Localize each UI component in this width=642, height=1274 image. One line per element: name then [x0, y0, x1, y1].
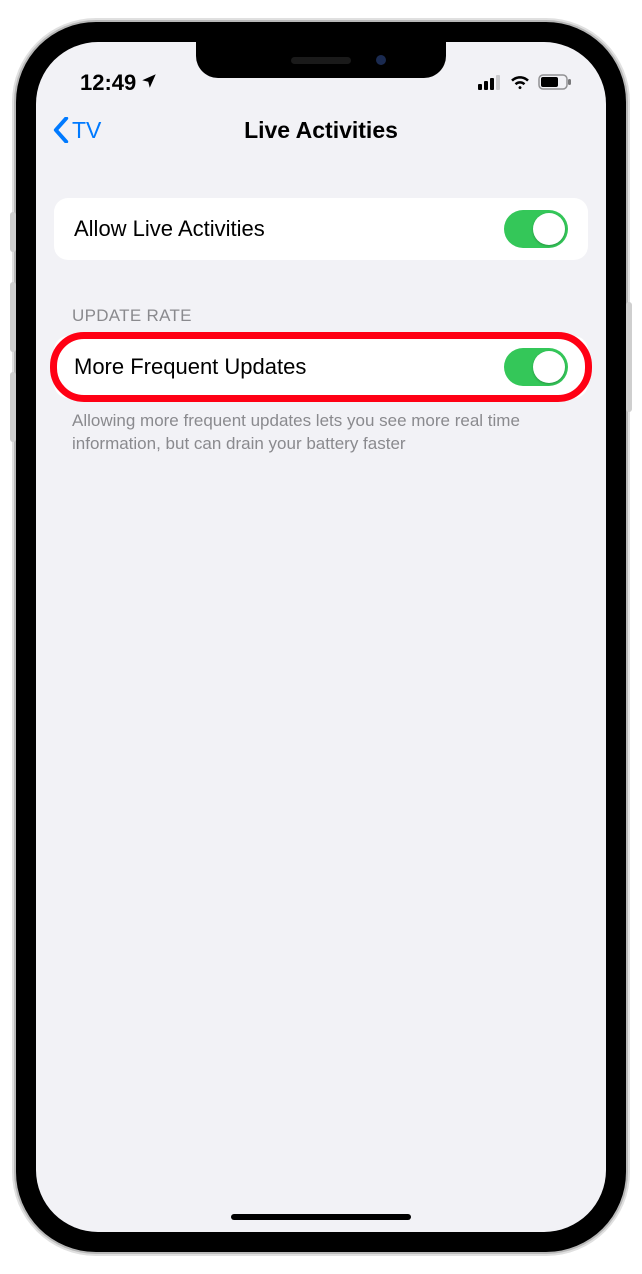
chevron-left-icon [52, 117, 70, 143]
allow-live-activities-toggle[interactable] [504, 210, 568, 248]
battery-icon [538, 70, 572, 96]
mute-switch [10, 212, 16, 252]
allow-live-activities-row[interactable]: Allow Live Activities [54, 198, 588, 260]
nav-bar: TV Live Activities [36, 98, 606, 162]
update-rate-header: UPDATE RATE [72, 306, 570, 326]
more-frequent-updates-toggle[interactable] [504, 348, 568, 386]
page-title: Live Activities [36, 117, 606, 144]
cellular-signal-icon [478, 70, 502, 96]
location-arrow-icon [140, 70, 158, 96]
screen: 12:49 [36, 42, 606, 1232]
volume-up-button [10, 282, 16, 352]
volume-down-button [10, 372, 16, 442]
notch [196, 42, 446, 78]
phone-frame: 12:49 [16, 22, 626, 1252]
home-indicator[interactable] [231, 1214, 411, 1220]
content-area: Allow Live Activities UPDATE RATE More F… [36, 162, 606, 456]
more-frequent-updates-label: More Frequent Updates [74, 354, 306, 380]
update-rate-footer: Allowing more frequent updates lets you … [72, 410, 570, 456]
more-frequent-updates-row[interactable]: More Frequent Updates [54, 336, 588, 398]
wifi-icon [509, 70, 531, 96]
side-button [626, 302, 632, 412]
front-camera [376, 55, 386, 65]
allow-live-activities-label: Allow Live Activities [74, 216, 265, 242]
back-button[interactable]: TV [52, 117, 101, 144]
back-label: TV [72, 117, 101, 144]
speaker-grille [291, 57, 351, 64]
status-time: 12:49 [80, 70, 136, 96]
